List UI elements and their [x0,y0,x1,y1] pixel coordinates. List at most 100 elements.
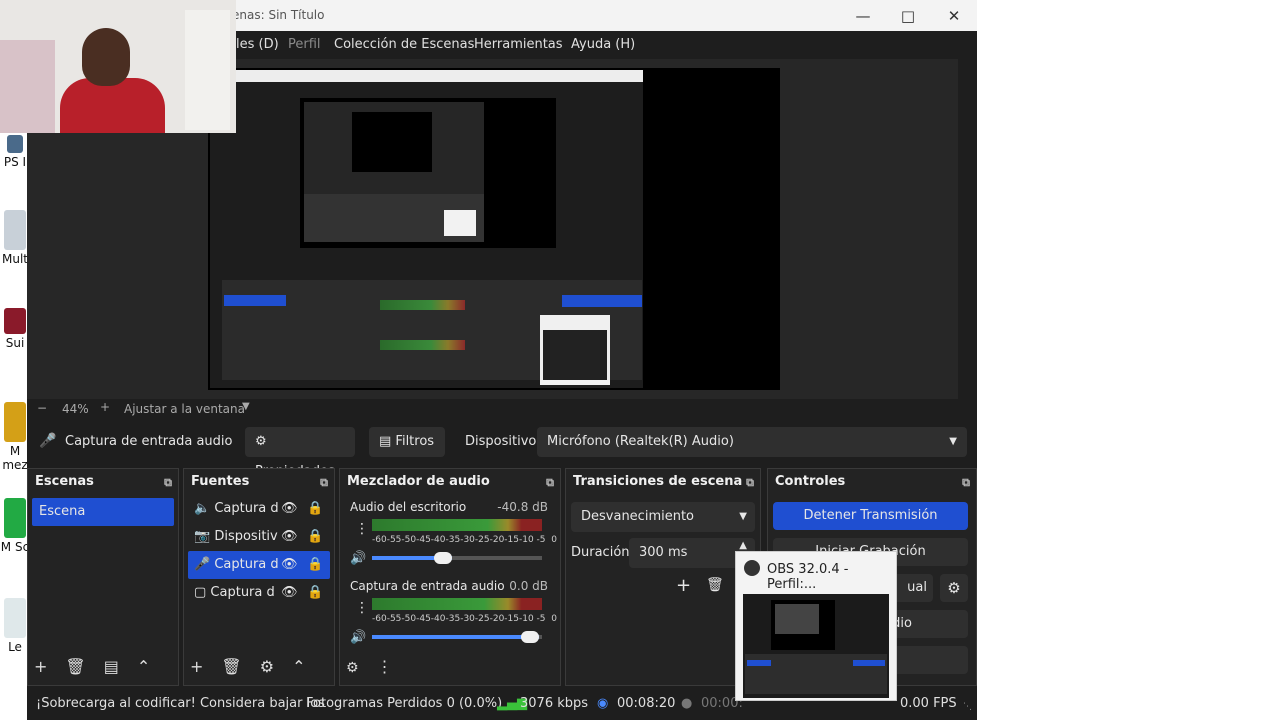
source-item[interactable]: ▢ Captura d 👁 🔒 [184,579,334,607]
resize-grip-icon[interactable]: ⋱ [963,702,972,712]
camera-icon: 📷 [194,529,215,544]
nested-canvas-inner [304,102,484,242]
desktop-icon-ps[interactable]: PS I [0,135,30,169]
chevron-down-icon: ▼ [739,511,747,522]
undock-icon[interactable]: ⧉ [746,470,754,496]
zoom-out-icon[interactable]: − [37,401,47,415]
volume-handle[interactable] [520,631,539,643]
thumb-nested [775,604,819,634]
source-item[interactable]: 🔈 Captura d 👁 🔒 [184,495,334,523]
desktop-label: PS I [3,155,27,169]
lock-icon[interactable]: 🔒 [307,495,323,523]
speaker-icon[interactable]: 🔊 [350,551,366,566]
gear-icon: ⚙ [255,434,267,449]
properties-button[interactable]: ⚙ Propiedades [245,427,355,479]
menu-dots-icon[interactable]: ⋮ [355,521,369,537]
undock-icon[interactable]: ⧉ [962,470,970,496]
nested-stream-button [562,295,642,307]
record-icon: ● [681,696,693,711]
popup-thumbnail[interactable] [743,594,889,698]
scene-item[interactable]: Escena [32,498,174,526]
add-icon[interactable]: + [676,575,691,596]
audio-mixer-dock: Mezclador de audio ⧉ Audio del escritorio… [339,468,561,686]
desktop-icon-mez[interactable]: M mez [0,402,30,472]
menu-item-panels[interactable]: les (D) [236,37,279,52]
duration-label: Duración [571,545,630,560]
menu-item-profile[interactable]: Perfil [288,37,321,52]
chevron-up-icon[interactable]: ⌃ [137,657,150,676]
gear-icon[interactable]: ⚙ [346,660,359,676]
channel-name: Captura de entrada audio [350,579,505,593]
preview-canvas[interactable] [208,68,780,390]
menu-item-help[interactable]: Ayuda (H) [571,37,635,52]
stream-time: 00:08:20 [617,696,676,711]
add-icon[interactable]: + [190,657,203,676]
stop-streaming-button[interactable]: Detener Transmisión [773,502,968,530]
desktop-icon-mult[interactable]: Mult [0,210,30,266]
thumb-stream [853,660,885,666]
source-item-selected[interactable]: 🎤 Captura d 👁 🔒 [188,551,330,579]
eye-icon[interactable]: 👁 [281,495,298,523]
speaker-icon[interactable]: 🔊 [350,630,366,645]
volume-fill [372,635,539,639]
fit-window-label[interactable]: Ajustar a la ventana [124,402,245,416]
eye-icon[interactable]: 👁 [281,551,298,579]
desktop-icon-sc[interactable]: M Sc [0,498,30,554]
source-item[interactable]: 📷 Dispositiv 👁 🔒 [184,523,334,551]
lock-icon[interactable]: 🔒 [307,523,323,551]
undock-icon[interactable]: ⧉ [320,470,328,496]
window-title: enas: Sin Título [232,8,325,22]
desktop-icon-le[interactable]: Le [0,598,30,654]
chevron-down-icon: ▼ [949,436,957,447]
lock-icon[interactable]: 🔒 [307,579,323,607]
filters-button[interactable]: ▤ Filtros [369,427,445,457]
volume-handle[interactable] [433,552,452,564]
gear-icon[interactable]: ⚙ [260,657,274,676]
filter-icon: ▤ [379,434,396,449]
volume-slider[interactable] [372,631,542,643]
volume-slider[interactable] [372,552,542,564]
chevron-up-icon[interactable]: ⌃ [292,657,305,676]
device-label: Dispositivo [465,434,537,449]
menu-item-scene-collection[interactable]: Colección de Escenas [334,37,474,52]
desktop-icon-sui[interactable]: Sui [0,308,30,350]
virtual-camera-label: ual [907,580,927,595]
background-object [0,40,55,133]
add-icon[interactable]: + [34,657,47,676]
menu-item-tools[interactable]: Herramientas [474,37,563,52]
zoom-in-icon[interactable]: + [100,400,110,414]
trash-icon[interactable]: 🗑 [221,657,241,676]
thumb-canvas [771,600,835,650]
device-select[interactable]: Micrófono (Realtek(R) Audio) ▼ [537,427,967,457]
zoom-level: 44% [62,402,89,416]
channel-db: -40.8 dB [497,500,548,514]
maximize-button[interactable]: □ [885,4,931,28]
channel-db: 0.0 dB [509,579,548,593]
gear-icon[interactable]: ⚙ [940,574,968,602]
trash-icon[interactable]: 🗑 [65,657,85,676]
undock-icon[interactable]: ⧉ [546,470,554,496]
dropped-frames: Fotogramas Perdidos 0 (0.0%) [306,696,503,711]
source-toolbar: 🎤 Captura de entrada audio ⚙ Propiedades… [27,422,977,479]
eye-icon[interactable]: 👁 [281,523,298,551]
lock-icon[interactable]: 🔒 [307,551,323,579]
menu-dots-icon[interactable]: ⋮ [377,657,393,676]
sources-footer: + 🗑 ⚙ ⌃ [190,657,323,681]
channel-name: Audio del escritorio [350,500,467,514]
source-item-label: Captura d [210,585,275,600]
filter-icon[interactable]: ▤ [104,657,119,676]
trash-icon[interactable]: 🗑 [706,577,724,593]
menu-dots-icon[interactable]: ⋮ [355,600,369,616]
transition-select[interactable]: Desvanecimiento ▼ [571,502,755,532]
desktop-label: Le [8,640,22,654]
preview-scrollbar[interactable] [958,59,977,399]
undock-icon[interactable]: ⧉ [164,470,172,496]
eye-icon[interactable]: 👁 [281,579,298,607]
chevron-down-icon[interactable]: ▼ [242,401,250,412]
meter-scale: -60-55-50-45-40-35-30-25-20-15-10 -5 0 [372,535,557,545]
taskbar-preview-popup[interactable]: OBS 32.0.4 - Perfil:... [735,551,897,701]
mixer-footer: ⚙ ⋮ [346,657,411,681]
minimize-button[interactable]: — [840,4,886,28]
close-button[interactable]: ✕ [931,4,977,28]
monitor-icon: ▢ [194,585,211,600]
